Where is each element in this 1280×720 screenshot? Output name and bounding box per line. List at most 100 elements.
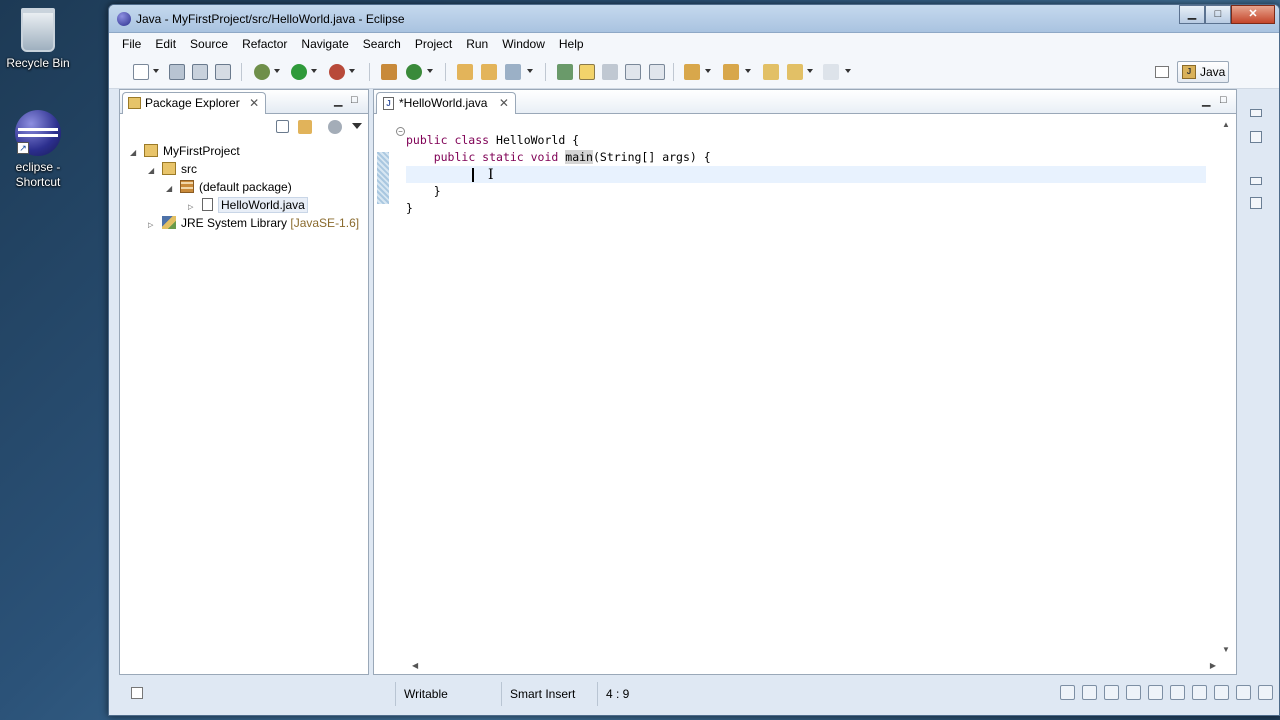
forward-dropdown-icon[interactable] (845, 69, 851, 73)
new-icon[interactable] (133, 64, 149, 80)
horizontal-scrollbar[interactable]: ◀ ▶ (390, 658, 1216, 674)
close-button[interactable]: ✕ (1231, 5, 1275, 24)
star-icon[interactable] (1258, 685, 1273, 700)
debug-dropdown-icon[interactable] (274, 69, 280, 73)
debug-icon[interactable] (254, 64, 270, 80)
new-java-package-icon[interactable] (381, 64, 397, 80)
close-icon[interactable]: ✕ (499, 96, 509, 110)
run-icon[interactable] (291, 64, 307, 80)
previous-annotation-dropdown-icon[interactable] (745, 69, 751, 73)
status-bar-trim (1060, 685, 1273, 700)
next-annotation-icon[interactable] (557, 64, 573, 80)
menu-navigate[interactable]: Navigate (294, 37, 355, 51)
menu-run[interactable]: Run (459, 37, 495, 51)
editor-tab-helloworld[interactable]: J *HelloWorld.java ✕ (376, 92, 516, 114)
tree-item-helloworld-java[interactable]: ▷ HelloWorld.java (188, 196, 308, 214)
tree-item-default-package[interactable]: ◢ (default package) (166, 178, 292, 196)
open-perspective-icon[interactable] (1155, 66, 1169, 78)
progress-icon[interactable] (1236, 685, 1251, 700)
last-edit-location-icon[interactable] (763, 64, 779, 80)
restore-icon[interactable] (1250, 177, 1262, 185)
outline-icon[interactable] (1250, 197, 1262, 209)
new-dropdown-icon[interactable] (153, 69, 159, 73)
minimize-editor-icon[interactable]: ▁ (1202, 94, 1210, 107)
editor-ruler[interactable] (376, 116, 390, 658)
show-whitespace-icon[interactable] (625, 64, 641, 80)
task-list-icon[interactable] (1250, 131, 1262, 143)
new-java-class-icon[interactable] (406, 64, 422, 80)
search-dropdown-icon[interactable] (527, 69, 533, 73)
tree-item-src[interactable]: ◢ src (148, 160, 197, 178)
title-bar[interactable]: Java - MyFirstProject/src/HelloWorld.jav… (109, 5, 1279, 33)
minimize-button[interactable]: ▁ (1179, 5, 1205, 24)
recycle-bin[interactable]: Recycle Bin (0, 8, 76, 71)
print-icon[interactable] (215, 64, 231, 80)
code-area[interactable]: public class HelloWorld { public static … (406, 122, 1206, 658)
source-folder-icon (162, 162, 176, 175)
external-tools-icon[interactable] (329, 64, 345, 80)
expand-arrow-icon[interactable]: ▷ (148, 217, 158, 235)
status-writable: Writable (395, 682, 501, 706)
maximize-button[interactable]: □ (1205, 5, 1231, 24)
menu-project[interactable]: Project (408, 37, 459, 51)
fast-view-icon[interactable] (131, 687, 143, 699)
back-dropdown-icon[interactable] (807, 69, 813, 73)
restore-icon[interactable] (1250, 109, 1262, 117)
scroll-right-icon[interactable]: ▶ (1210, 661, 1216, 670)
collapse-all-icon[interactable] (276, 120, 289, 133)
save-icon[interactable] (169, 64, 185, 80)
perspective-java-button[interactable]: J Java (1177, 61, 1229, 83)
forward-icon[interactable] (823, 64, 839, 80)
scroll-left-icon[interactable]: ◀ (412, 661, 418, 670)
menu-source[interactable]: Source (183, 37, 235, 51)
external-tools-dropdown-icon[interactable] (349, 69, 355, 73)
menu-help[interactable]: Help (552, 37, 591, 51)
package-explorer-tab[interactable]: Package Explorer ✕ (122, 92, 267, 114)
minimize-view-icon[interactable]: ▁ (334, 94, 342, 107)
new-class-dropdown-icon[interactable] (427, 69, 433, 73)
menu-refactor[interactable]: Refactor (235, 37, 294, 51)
save-all-icon[interactable] (192, 64, 208, 80)
menu-search[interactable]: Search (356, 37, 408, 51)
restore-icon[interactable] (1060, 685, 1075, 700)
maximize-editor-icon[interactable]: □ (1220, 94, 1227, 106)
view-menu-icon[interactable] (352, 123, 362, 129)
filters-icon[interactable] (328, 120, 342, 134)
collapse-arrow-icon[interactable]: ◢ (166, 180, 176, 198)
close-icon[interactable]: ✕ (249, 96, 259, 110)
web-icon[interactable] (1192, 685, 1207, 700)
pilcrow-icon[interactable] (649, 64, 665, 80)
tree-item-jre-library[interactable]: ▷ JRE System Library [JavaSE-1.6] (148, 214, 359, 232)
next-annotation-down-icon[interactable] (684, 64, 700, 80)
tree-item-project[interactable]: ◢ MyFirstProject (130, 142, 240, 160)
menu-file[interactable]: File (115, 37, 148, 51)
toolbar-separator (445, 63, 446, 81)
previous-annotation-up-icon[interactable] (723, 64, 739, 80)
scroll-up-icon[interactable]: ▲ (1222, 120, 1230, 129)
code-text: } (406, 184, 441, 198)
image-icon[interactable] (1214, 685, 1229, 700)
declaration-icon[interactable] (1126, 685, 1141, 700)
scroll-down-icon[interactable]: ▼ (1222, 645, 1230, 654)
restore-icon[interactable] (1170, 685, 1185, 700)
eclipse-shortcut[interactable]: ↗ eclipse - Shortcut (0, 110, 76, 190)
toggle-block-selection-icon[interactable] (602, 64, 618, 80)
maximize-view-icon[interactable]: □ (351, 94, 358, 106)
link-with-editor-icon[interactable] (298, 120, 312, 134)
collapse-arrow-icon[interactable]: ◢ (148, 162, 158, 180)
open-task-icon[interactable] (481, 64, 497, 80)
menu-edit[interactable]: Edit (148, 37, 183, 51)
search-icon[interactable] (505, 64, 521, 80)
menu-window[interactable]: Window (495, 37, 552, 51)
fold-toggle-icon[interactable]: − (396, 127, 405, 136)
back-icon[interactable] (787, 64, 803, 80)
collapse-arrow-icon[interactable]: ◢ (130, 144, 140, 162)
javadoc-icon[interactable] (1104, 685, 1119, 700)
problems-icon[interactable] (1082, 685, 1097, 700)
toggle-mark-occurrences-icon[interactable] (579, 64, 595, 80)
open-type-icon[interactable] (457, 64, 473, 80)
console-icon[interactable] (1148, 685, 1163, 700)
next-annotation-dropdown-icon[interactable] (705, 69, 711, 73)
run-dropdown-icon[interactable] (311, 69, 317, 73)
vertical-scrollbar[interactable]: ▲ ▼ (1218, 116, 1234, 658)
